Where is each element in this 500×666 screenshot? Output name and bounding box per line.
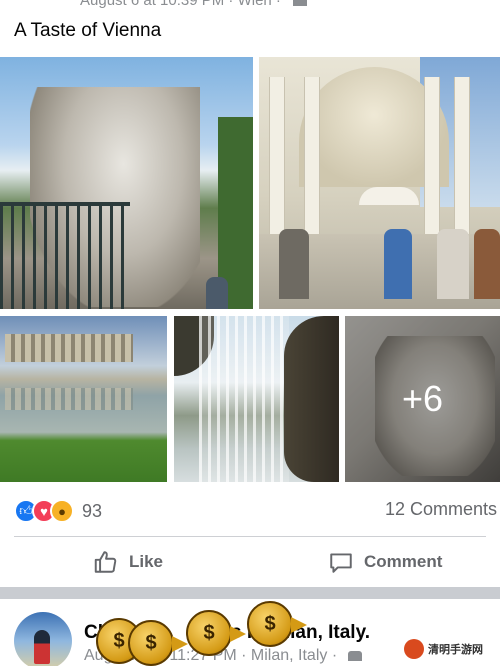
watermark-icon	[404, 639, 424, 659]
coin-sticker: $	[128, 620, 188, 666]
gloriette-photo[interactable]	[0, 316, 167, 482]
post-text: A Taste of Vienna	[14, 20, 162, 41]
comment-label: Comment	[364, 552, 443, 571]
schonbrunn-fountain-photo[interactable]	[0, 57, 253, 309]
more-photos-count[interactable]: +6	[345, 316, 500, 482]
comment-button[interactable]: Comment	[328, 544, 442, 580]
friends-privacy-icon	[347, 650, 362, 661]
colonnade-cafe-photo[interactable]	[259, 57, 500, 309]
coin-sticker: $	[186, 610, 246, 656]
feed-separator	[0, 587, 500, 599]
friends-privacy-icon	[293, 0, 308, 7]
watermark-logo: 清明手游网	[400, 636, 492, 662]
reactions-summary[interactable]: 👍︎ ♥ ● 93	[14, 497, 102, 525]
statue-photo[interactable]: +6	[345, 316, 500, 482]
like-button[interactable]: Like	[92, 544, 163, 580]
watermark-text: 清明手游网	[428, 644, 483, 656]
wow-icon: ●	[50, 499, 74, 523]
comments-count-link[interactable]: 12 Comments	[385, 499, 497, 520]
comment-bubble-icon	[330, 553, 352, 573]
like-label: Like	[129, 552, 164, 571]
post-timestamp[interactable]: August 6 at 10:39 PM · Wien ·	[80, 0, 281, 9]
reaction-count: 93	[82, 500, 103, 521]
post-meta-top: August 6 at 10:39 PM · Wien ·	[80, 0, 308, 9]
waterfall-grotto-photo[interactable]	[174, 316, 339, 482]
divider	[14, 536, 486, 537]
coin-sticker: $	[247, 601, 307, 647]
thumbs-up-icon	[94, 551, 117, 573]
avatar[interactable]	[14, 612, 72, 666]
